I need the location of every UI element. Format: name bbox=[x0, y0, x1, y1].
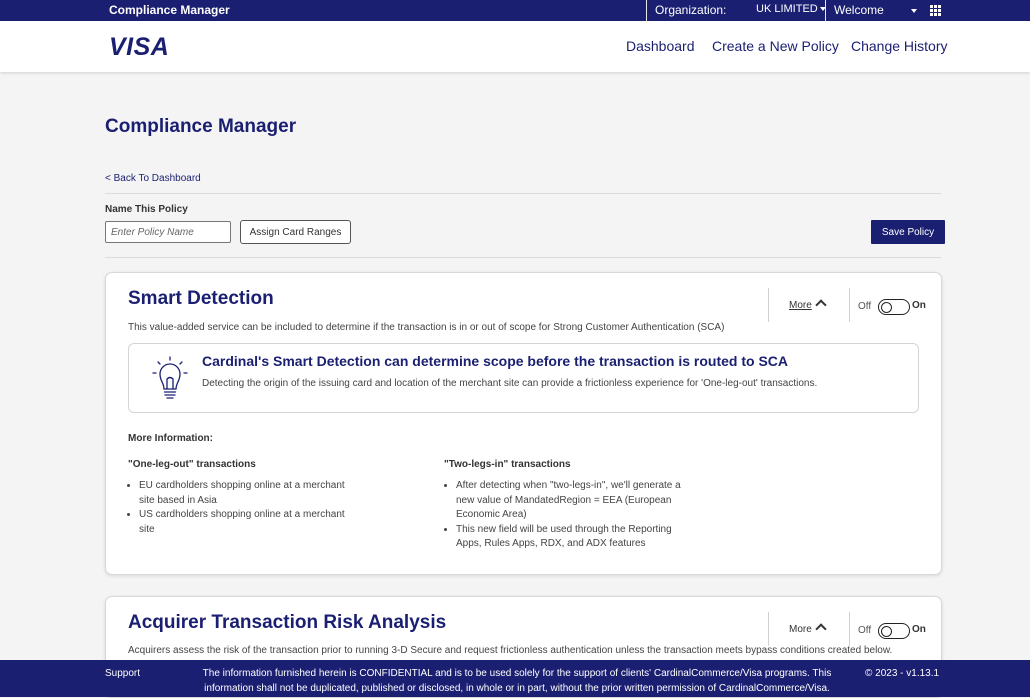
info-callout: Cardinal's Smart Detection can determine… bbox=[128, 343, 919, 413]
list-item: EU cardholders shopping online at a merc… bbox=[139, 479, 354, 508]
divider bbox=[646, 0, 647, 21]
chevron-up-icon bbox=[815, 623, 827, 635]
card-title: Acquirer Transaction Risk Analysis bbox=[128, 612, 447, 633]
toggle-on-label: On bbox=[912, 624, 926, 635]
save-policy-button[interactable]: Save Policy bbox=[871, 220, 945, 244]
toggle-off-label: Off bbox=[858, 625, 872, 636]
toggle-on-label: On bbox=[912, 300, 926, 311]
list-item: This new field will be used through the … bbox=[456, 523, 696, 552]
list-item: US cardholders shopping online at a merc… bbox=[139, 508, 354, 537]
divider bbox=[825, 0, 826, 21]
more-info-title: More Information: bbox=[128, 433, 213, 444]
card-title: Smart Detection bbox=[128, 288, 274, 309]
divider bbox=[849, 612, 850, 646]
divider bbox=[105, 257, 941, 258]
one-leg-out-title: "One-leg-out" transactions bbox=[128, 459, 256, 470]
info-text: Detecting the origin of the issuing card… bbox=[202, 378, 818, 389]
confidentiality-notice: The information furnished herein is CONF… bbox=[170, 667, 864, 696]
more-toggle[interactable]: More bbox=[789, 623, 827, 635]
assign-card-ranges-button[interactable]: Assign Card Ranges bbox=[240, 220, 351, 244]
page-title: Compliance Manager bbox=[105, 116, 297, 137]
list-item: After detecting when "two-legs-in", we'l… bbox=[456, 479, 696, 523]
toggle-knob bbox=[881, 625, 892, 637]
card-description: This value-added service can be included… bbox=[128, 322, 725, 333]
info-heading: Cardinal's Smart Detection can determine… bbox=[202, 353, 789, 369]
chevron-up-icon bbox=[815, 299, 827, 311]
top-bar: Compliance Manager Organization: UK LIMI… bbox=[0, 0, 1030, 21]
back-to-dashboard-link[interactable]: < Back To Dashboard bbox=[105, 173, 201, 184]
more-label: More bbox=[789, 624, 812, 635]
organization-dropdown[interactable]: UK LIMITED bbox=[756, 3, 826, 15]
nav-dashboard[interactable]: Dashboard bbox=[626, 38, 695, 54]
organization-value: UK LIMITED bbox=[756, 3, 818, 15]
more-toggle[interactable]: More bbox=[789, 299, 827, 311]
more-label: More bbox=[789, 300, 812, 311]
two-legs-in-list: After detecting when "two-legs-in", we'l… bbox=[445, 479, 696, 552]
chevron-down-icon[interactable] bbox=[911, 9, 917, 13]
smart-detection-card: Smart Detection This value-added service… bbox=[105, 272, 942, 575]
notice-line: The information furnished herein is CONF… bbox=[202, 668, 832, 679]
smart-detection-toggle[interactable] bbox=[878, 299, 910, 315]
divider bbox=[768, 612, 769, 646]
main-header: VISA Dashboard Create a New Policy Chang… bbox=[0, 21, 1030, 72]
two-legs-in-title: "Two-legs-in" transactions bbox=[444, 459, 571, 470]
toggle-knob bbox=[881, 301, 892, 313]
nav-create-policy[interactable]: Create a New Policy bbox=[712, 38, 839, 54]
app-title: Compliance Manager bbox=[109, 3, 230, 17]
card-description: Acquirers assess the risk of the transac… bbox=[128, 645, 893, 656]
policy-name-label: Name This Policy bbox=[105, 204, 188, 215]
tra-toggle[interactable] bbox=[878, 623, 910, 639]
nav-change-history[interactable]: Change History bbox=[851, 38, 948, 54]
policy-name-input[interactable] bbox=[105, 221, 231, 243]
lightbulb-icon bbox=[152, 356, 188, 399]
welcome-menu[interactable]: Welcome bbox=[834, 3, 884, 17]
version-text: © 2023 - v1.13.1 bbox=[865, 668, 940, 679]
toggle-off-label: Off bbox=[858, 301, 872, 312]
footer: Support The information furnished herein… bbox=[0, 660, 1030, 697]
support-link[interactable]: Support bbox=[105, 668, 140, 679]
organization-label: Organization: bbox=[655, 3, 727, 17]
divider bbox=[768, 288, 769, 322]
divider bbox=[849, 288, 850, 322]
visa-logo[interactable]: VISA bbox=[109, 33, 169, 62]
one-leg-out-list: EU cardholders shopping online at a merc… bbox=[128, 479, 354, 537]
divider bbox=[105, 193, 941, 194]
apps-grid-icon[interactable] bbox=[930, 5, 941, 16]
notice-line: information shall not be duplicated, pub… bbox=[204, 682, 830, 694]
